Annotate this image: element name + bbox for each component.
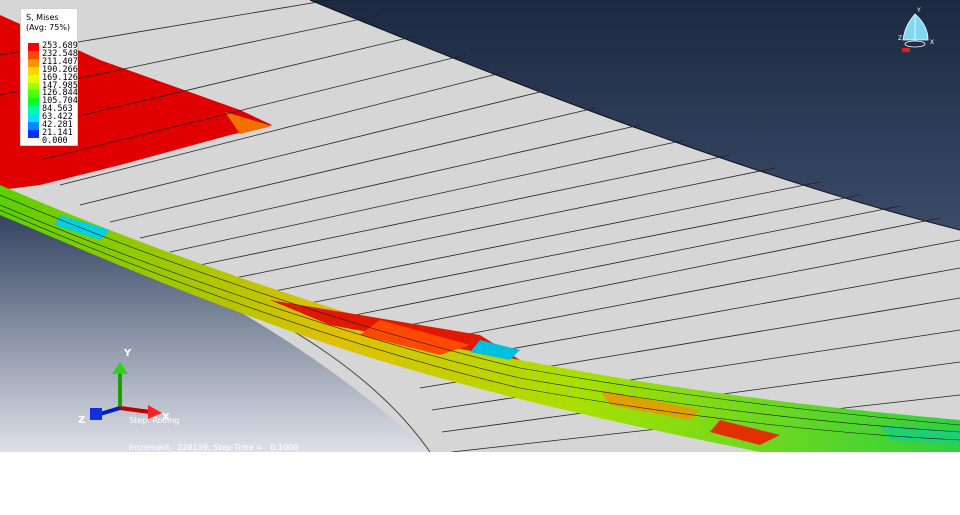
legend-swatch <box>28 98 39 107</box>
legend-swatch <box>28 114 39 123</box>
deformed-var-label: Deformed Var: U Deformation Scale Factor… <box>129 497 361 506</box>
contour-legend: S, Mises (Avg: 75%) 253.689 232.548 211.40… <box>20 8 78 146</box>
step-label: Step: Rolling <box>129 416 180 425</box>
legend-swatch <box>28 74 39 83</box>
legend-swatch <box>28 66 39 75</box>
legend-swatch <box>28 43 39 51</box>
view-cube-z-label: Z <box>898 35 902 42</box>
view-cube-x-label: X <box>930 39 934 46</box>
legend-swatch <box>28 58 39 67</box>
legend-swatch <box>28 82 39 91</box>
legend-swatch <box>28 90 39 99</box>
legend-swatch <box>28 122 39 130</box>
triad-y-label: Y <box>123 348 132 359</box>
legend-subtitle: (Avg: 75%) <box>26 23 71 32</box>
legend-swatch <box>28 50 39 59</box>
step-info: Step: Rolling Increment 228159: Step Tim… <box>129 398 360 515</box>
model-viewport[interactable]: Y X Z Y X Z <box>0 0 960 452</box>
legend-value: 0.000 <box>42 135 68 146</box>
view-cube-y-label: Y <box>916 7 921 14</box>
primary-var-label: Primary Var: S, Mises <box>129 470 214 479</box>
legend-title: S, Mises <box>26 13 59 22</box>
triad-z-label: Z <box>78 415 85 426</box>
legend-swatch <box>28 129 39 138</box>
legend-swatch <box>28 106 39 115</box>
increment-label: Increment 228159: Step Time = 0.1000 <box>129 443 299 452</box>
